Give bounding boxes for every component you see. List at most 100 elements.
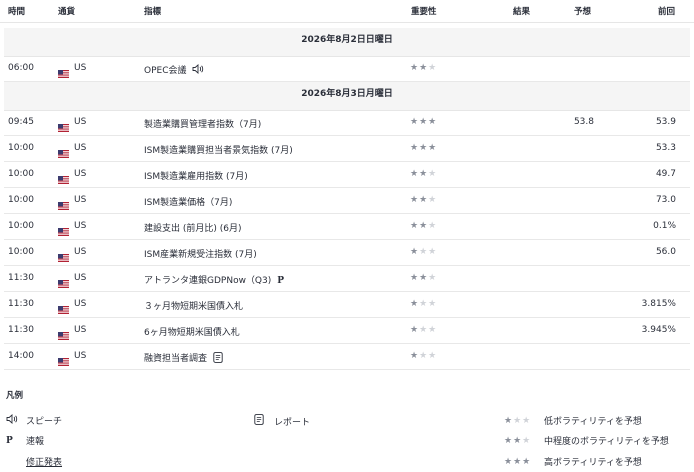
star-icon: ★	[428, 143, 438, 153]
event-name-label: ３ヶ月物短期米国債入札	[144, 302, 244, 312]
star-icon: ★	[410, 247, 420, 257]
event-row[interactable]: 10:00 US 建設支出 (前月比) (6月) ★★★ 0.1%	[4, 214, 690, 240]
event-name[interactable]: ３ヶ月物短期米国債入札	[144, 299, 243, 312]
importance-stars: ★★★	[410, 63, 437, 73]
event-row[interactable]: 10:00 US ISM製造業価格（7月) ★★★ 73.0	[4, 188, 690, 214]
event-time: 10:00	[8, 143, 34, 153]
star-icon: ★	[410, 351, 420, 361]
table-header: 時間 通貨 指標 重要性 結果 予想 前回	[0, 0, 694, 23]
event-time: 09:45	[8, 117, 34, 127]
us-flag-icon	[58, 63, 69, 78]
col-time-header: 時間	[8, 7, 26, 17]
revised-link[interactable]: 修正発表	[26, 455, 62, 468]
star-icon: ★	[419, 273, 429, 283]
event-name[interactable]: アトランタ連銀GDPNow（Q3) P	[144, 273, 284, 287]
event-name[interactable]: ISM製造業価格（7月)	[144, 195, 232, 208]
importance-stars: ★★★	[410, 273, 437, 283]
importance-stars: ★★★	[410, 117, 437, 127]
event-name-label: OPEC会議	[144, 66, 187, 76]
importance-stars: ★★★	[410, 325, 437, 335]
star-icon: ★	[419, 143, 429, 153]
event-name[interactable]: ISM製造業購買担当者景気指数 (7月)	[144, 143, 293, 156]
event-row[interactable]: 10:00 US ISM製造業購買担当者景気指数 (7月) ★★★ 53.3	[4, 136, 690, 162]
event-previous: 0.1%	[653, 221, 676, 231]
preliminary-icon: P	[6, 435, 13, 446]
event-name[interactable]: 建設支出 (前月比) (6月)	[144, 221, 242, 234]
event-time: 11:30	[8, 273, 34, 283]
event-row[interactable]: 11:30 US ３ヶ月物短期米国債入札 ★★★ 3.815%	[4, 292, 690, 318]
event-name[interactable]: 製造業購買管理者指数（7月)	[144, 117, 261, 130]
importance-stars: ★★★	[410, 169, 437, 179]
importance-stars: ★★★	[410, 143, 437, 153]
us-flag-icon	[58, 117, 69, 132]
star-icon: ★	[410, 299, 420, 309]
event-name-label: ISM製造業価格（7月)	[144, 198, 233, 208]
star-icon: ★	[410, 273, 420, 283]
event-previous: 3.815%	[641, 299, 676, 309]
star-icon: ★	[410, 169, 420, 179]
star-icon: ★	[410, 117, 420, 127]
col-currency-header: 通貨	[58, 7, 76, 17]
legend-low-label: 低ボラティリティを予想	[544, 417, 642, 427]
event-previous: 49.7	[655, 169, 676, 179]
event-currency: US	[74, 247, 87, 257]
event-row[interactable]: 10:00 US ISM製造業雇用指数 (7月) ★★★ 49.7	[4, 162, 690, 188]
event-name[interactable]: 6ヶ月物短期米国債入札	[144, 325, 240, 338]
event-name[interactable]: ISM製造業雇用指数 (7月)	[144, 169, 248, 182]
star-icon: ★	[428, 195, 438, 205]
event-row[interactable]: 10:00 US ISM産業新規受注指数 (7月) ★★★ 56.0	[4, 240, 690, 266]
event-currency: US	[74, 169, 87, 179]
event-name[interactable]: ISM産業新規受注指数 (7月)	[144, 247, 257, 260]
event-row[interactable]: 11:30 US 6ヶ月物短期米国債入札 ★★★ 3.945%	[4, 318, 690, 344]
event-time: 10:00	[8, 169, 34, 179]
importance-stars: ★★★	[410, 195, 437, 205]
us-flag-icon	[58, 221, 69, 236]
event-row[interactable]: 06:00 US OPEC会議 ★★★	[4, 56, 690, 82]
star-icon: ★	[410, 325, 420, 335]
us-flag-icon	[58, 195, 69, 210]
event-row[interactable]: 09:45 US 製造業購買管理者指数（7月) ★★★ 53.8 53.9	[4, 110, 690, 136]
legend-title: 凡例	[6, 391, 24, 401]
event-currency: US	[74, 351, 87, 361]
star-rating: ★★★	[504, 415, 532, 426]
event-currency: US	[74, 221, 87, 231]
event-name-label: ISM産業新規受注指数 (7月)	[144, 250, 257, 260]
event-name[interactable]: 融資担当者調査	[144, 351, 223, 366]
star-icon: ★	[419, 195, 429, 205]
event-name-label: 6ヶ月物短期米国債入札	[144, 328, 240, 338]
star-icon: ★	[428, 221, 438, 231]
us-flag-icon	[58, 247, 69, 262]
star-icon: ★	[419, 117, 429, 127]
col-importance-header: 重要性	[411, 7, 437, 17]
legend-high-label: 高ボラティリティを予想	[544, 458, 642, 468]
event-row[interactable]: 11:30 US アトランタ連銀GDPNow（Q3) P ★★★	[4, 266, 690, 292]
star-icon: ★	[410, 143, 420, 153]
event-name-label: 建設支出 (前月比) (6月)	[144, 224, 242, 234]
speaker-icon	[6, 413, 26, 427]
legend-revised[interactable]: 修正発表	[26, 455, 62, 468]
event-forecast: 53.8	[573, 117, 594, 127]
us-flag-icon	[58, 299, 69, 314]
us-flag-icon	[58, 143, 69, 158]
us-flag-icon	[58, 325, 69, 340]
importance-stars: ★★★	[410, 247, 437, 257]
event-row[interactable]: 14:00 US 融資担当者調査 ★★★	[4, 344, 690, 370]
event-name-label: ISM製造業雇用指数 (7月)	[144, 172, 248, 182]
speaker-icon	[192, 63, 204, 77]
event-time: 10:00	[8, 221, 34, 231]
star-icon: ★	[410, 221, 420, 231]
star-icon: ★	[419, 63, 429, 73]
legend-medium-label: 中程度のボラティリティを予想	[544, 437, 669, 447]
star-icon: ★	[428, 273, 438, 283]
event-currency: US	[74, 117, 87, 127]
event-name[interactable]: OPEC会議	[144, 63, 204, 77]
event-time: 11:30	[8, 325, 34, 335]
legend-report: レポート	[254, 414, 310, 428]
star-icon: ★	[410, 195, 420, 205]
event-time: 11:30	[8, 299, 34, 309]
col-indicator-header: 指標	[144, 7, 162, 17]
star-icon: ★	[419, 247, 429, 257]
event-name-label: ISM製造業購買担当者景気指数 (7月)	[144, 146, 293, 156]
star-icon: ★	[428, 247, 438, 257]
event-name-label: 融資担当者調査	[144, 354, 208, 364]
